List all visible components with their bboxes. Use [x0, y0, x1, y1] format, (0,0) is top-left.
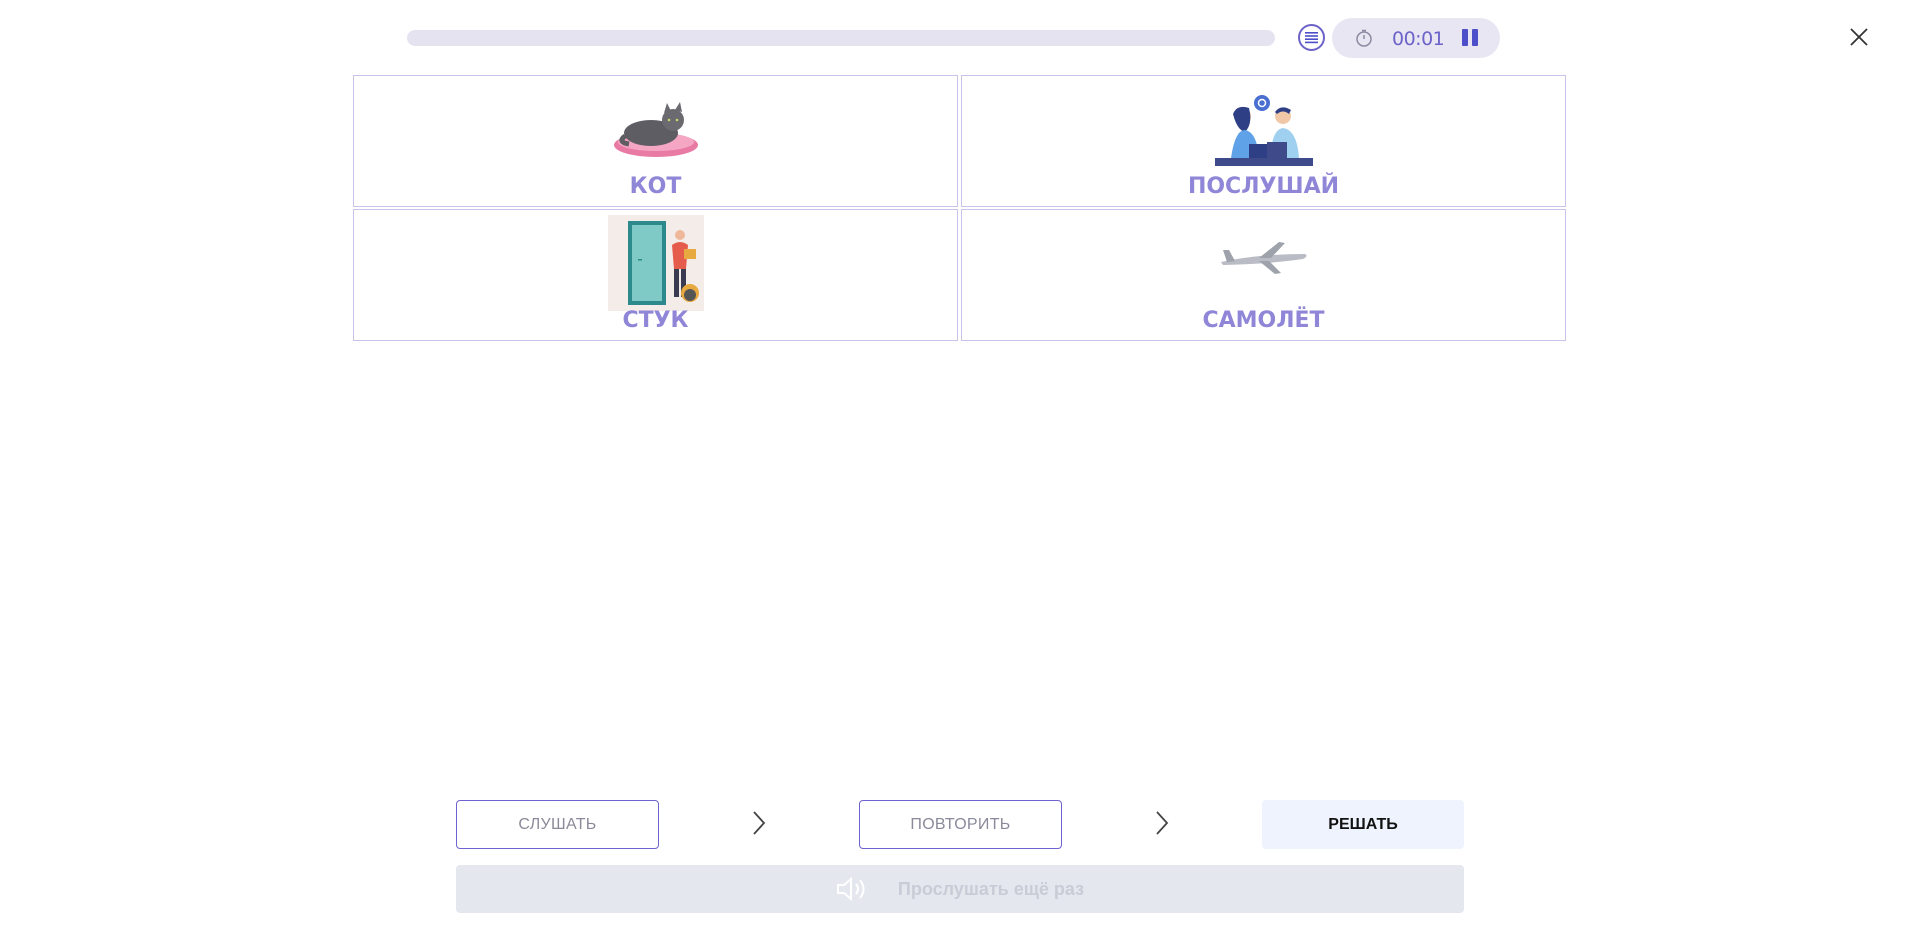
- repeat-button[interactable]: ПОВТОРИТЬ: [859, 800, 1062, 849]
- replay-button[interactable]: Прослушать ещё раз: [456, 865, 1464, 913]
- pause-button[interactable]: [1458, 28, 1482, 48]
- timer-value: 00:01: [1392, 28, 1445, 50]
- progress-bar: [407, 30, 1275, 46]
- timer-panel: 00:01: [1332, 18, 1500, 58]
- answer-card[interactable]: САМОЛЁТ: [961, 209, 1566, 341]
- replay-label: Прослушать ещё раз: [897, 878, 1085, 899]
- exercise-screen: 00:01 КОТ ПОСЛУШАЙ СТУК САМОЛЁТ СЛУШАТЬ …: [0, 0, 1920, 941]
- chevron-right-icon: [753, 811, 766, 835]
- solve-button[interactable]: РЕШАТЬ: [1262, 800, 1464, 849]
- cat-image: [613, 102, 698, 157]
- airplane-image: [1220, 242, 1307, 274]
- listen-button[interactable]: СЛУШАТЬ: [456, 800, 659, 849]
- list-icon: [1305, 32, 1318, 44]
- people-talking-image: [1214, 95, 1313, 166]
- answer-card[interactable]: КОТ: [353, 75, 958, 207]
- close-icon[interactable]: [1846, 24, 1872, 50]
- answer-card[interactable]: ПОСЛУШАЙ: [961, 75, 1566, 207]
- task-list-button[interactable]: [1298, 24, 1325, 51]
- door-knock-image: [607, 215, 704, 311]
- chevron-right-icon: [1156, 811, 1169, 835]
- card-label: ПОСЛУШАЙ: [1187, 174, 1340, 199]
- replay-content: Прослушать ещё раз: [456, 865, 1464, 913]
- card-label: САМОЛЁТ: [1202, 308, 1325, 333]
- card-label: СТУК: [622, 308, 689, 333]
- card-label: КОТ: [629, 174, 682, 199]
- stopwatch-icon: [1356, 29, 1372, 47]
- speaker-icon: [836, 876, 865, 902]
- answer-card[interactable]: СТУК: [353, 209, 958, 341]
